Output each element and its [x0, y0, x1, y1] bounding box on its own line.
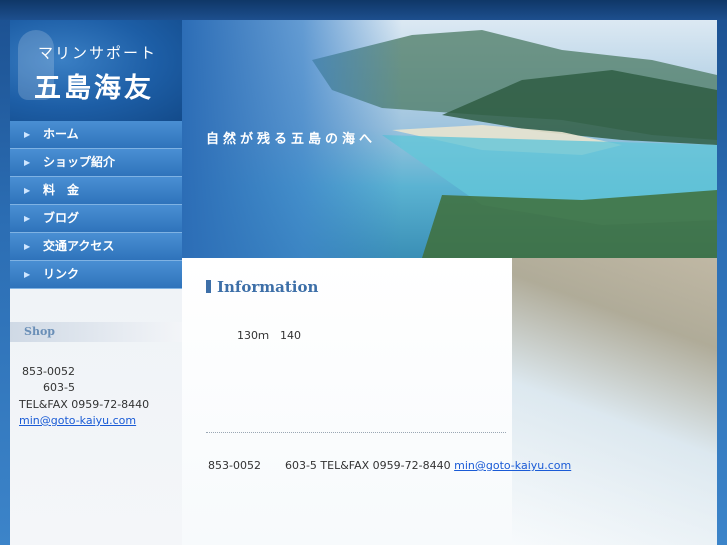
triangle-right-icon: ▶ [24, 130, 31, 139]
triangle-right-icon: ▶ [24, 214, 31, 223]
nav-item-label: ブログ [43, 211, 80, 225]
nav-item-links[interactable]: ▶ リンク [10, 261, 182, 289]
main-content: Information 130ｍ 140 853-0052 603-5 TEL&F… [182, 258, 717, 545]
logo-title: 五島海友 [34, 73, 154, 104]
nav-item-blog[interactable]: ▶ ブログ [10, 205, 182, 233]
nav-item-label: ショップ紹介 [43, 155, 116, 169]
hero-banner: 自然が残る五島の海へ [182, 20, 717, 258]
nav-item-pricing[interactable]: ▶ 料 金 [10, 177, 182, 205]
hero-caption: 自然が残る五島の海へ [206, 132, 377, 147]
shop-telfax: TEL&FAX 0959-72-8440 [19, 398, 150, 411]
triangle-right-icon: ▶ [24, 186, 31, 195]
logo-subtitle: マリンサポート [38, 44, 158, 62]
footer-address: 853-0052 603-5 TEL&FAX 0959-72-8440 min@g… [208, 459, 571, 472]
nav-item-shop[interactable]: ▶ ショップ紹介 [10, 149, 182, 177]
triangle-right-icon: ▶ [24, 242, 31, 251]
footer-email-link[interactable]: min@goto-kaiyu.com [454, 459, 571, 472]
nav-item-label: 料 金 [43, 183, 80, 197]
page-frame: マリンサポート 五島海友 ▶ ホーム ▶ ショップ紹介 ▶ 料 金 ▶ ブログ … [10, 20, 717, 545]
dotted-divider [206, 432, 506, 433]
information-heading: Information [206, 278, 318, 296]
shop-postal: 853-0052 [22, 365, 75, 378]
shop-address: 603-5 [43, 381, 75, 394]
heading-bar-icon [206, 280, 211, 293]
footer-postal: 853-0052 [208, 459, 261, 472]
nav-item-home[interactable]: ▶ ホーム [10, 121, 182, 149]
nav-item-label: ホーム [43, 127, 79, 141]
sidebar: マリンサポート 五島海友 ▶ ホーム ▶ ショップ紹介 ▶ 料 金 ▶ ブログ … [10, 20, 182, 545]
information-text: 130ｍ 140 [237, 329, 301, 342]
triangle-right-icon: ▶ [24, 270, 31, 279]
shop-heading: Shop [10, 322, 182, 342]
information-heading-label: Information [217, 278, 319, 296]
site-logo[interactable]: マリンサポート 五島海友 [10, 20, 182, 121]
main-nav: ▶ ホーム ▶ ショップ紹介 ▶ 料 金 ▶ ブログ ▶ 交通アクセス ▶ リン… [10, 121, 182, 289]
nav-item-access[interactable]: ▶ 交通アクセス [10, 233, 182, 261]
footer-address-tel: 603-5 TEL&FAX 0959-72-8440 [284, 459, 451, 472]
cliff-image [512, 258, 717, 545]
nav-item-label: 交通アクセス [43, 239, 115, 253]
shop-email-link[interactable]: min@goto-kaiyu.com [19, 414, 136, 427]
shop-heading-label: Shop [24, 325, 55, 338]
top-bar [0, 0, 727, 20]
triangle-right-icon: ▶ [24, 158, 31, 167]
nav-item-label: リンク [43, 267, 80, 281]
